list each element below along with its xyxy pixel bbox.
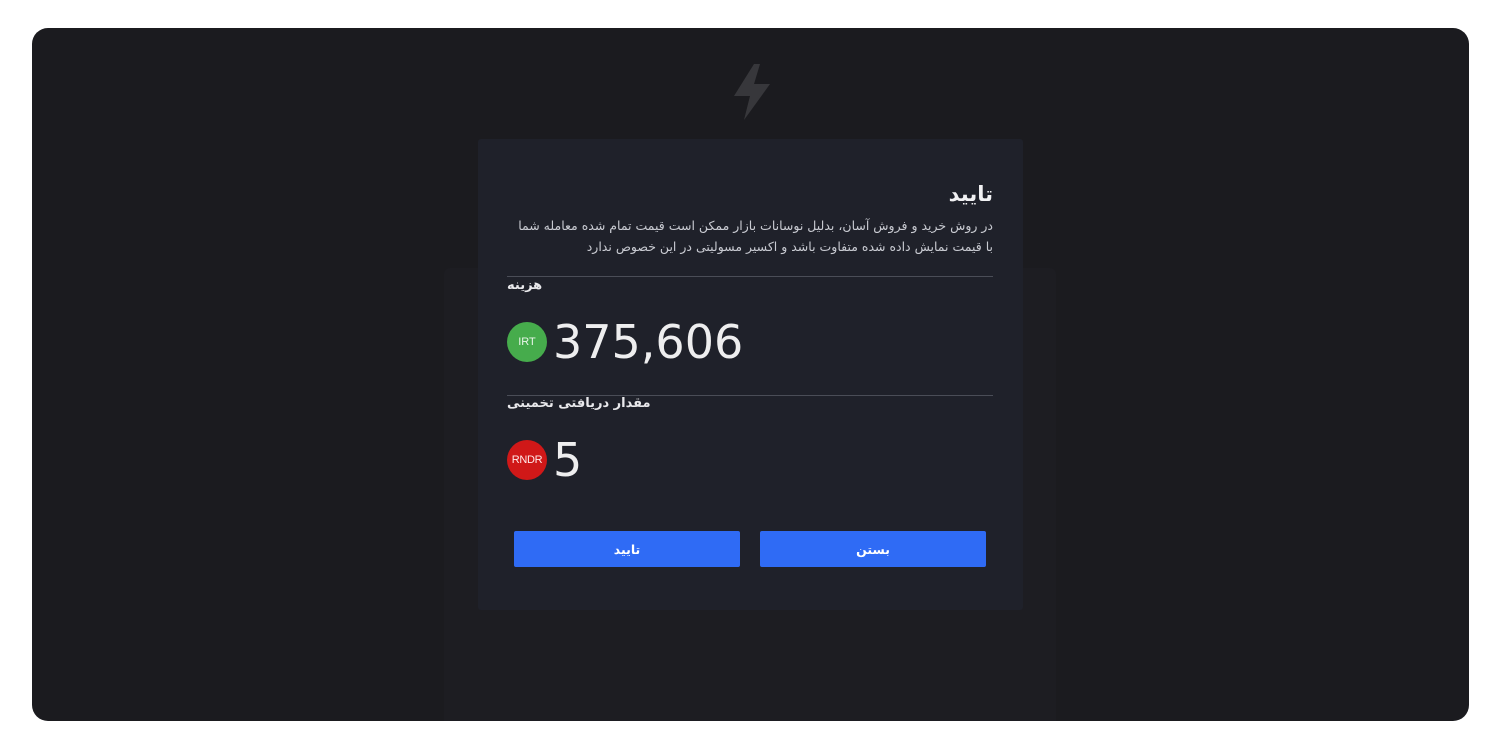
confirm-button[interactable]: تایید [514, 531, 740, 567]
close-button[interactable]: بستن [760, 531, 986, 567]
irt-currency-icon: IRT [507, 322, 547, 362]
estimated-receive-row: RNDR 5 [507, 436, 582, 484]
cost-label: هزینه [507, 278, 543, 293]
divider [507, 276, 993, 277]
estimated-receive-amount: 5 [553, 433, 583, 487]
app-frame: تایید در روش خرید و فروش آسان، بدلیل نوس… [32, 28, 1469, 721]
rndr-currency-icon: RNDR [507, 440, 547, 480]
estimated-receive-label: مقدار دریافتی تخمینی [507, 396, 651, 411]
cost-row: IRT 375,606 [507, 318, 743, 366]
lightning-bolt-icon [734, 64, 770, 120]
dialog-description: در روش خرید و فروش آسان، بدلیل نوسانات ب… [518, 218, 993, 254]
dialog-title: تایید [948, 182, 993, 206]
confirm-dialog: تایید در روش خرید و فروش آسان، بدلیل نوس… [478, 139, 1023, 610]
cost-amount: 375,606 [553, 315, 744, 369]
